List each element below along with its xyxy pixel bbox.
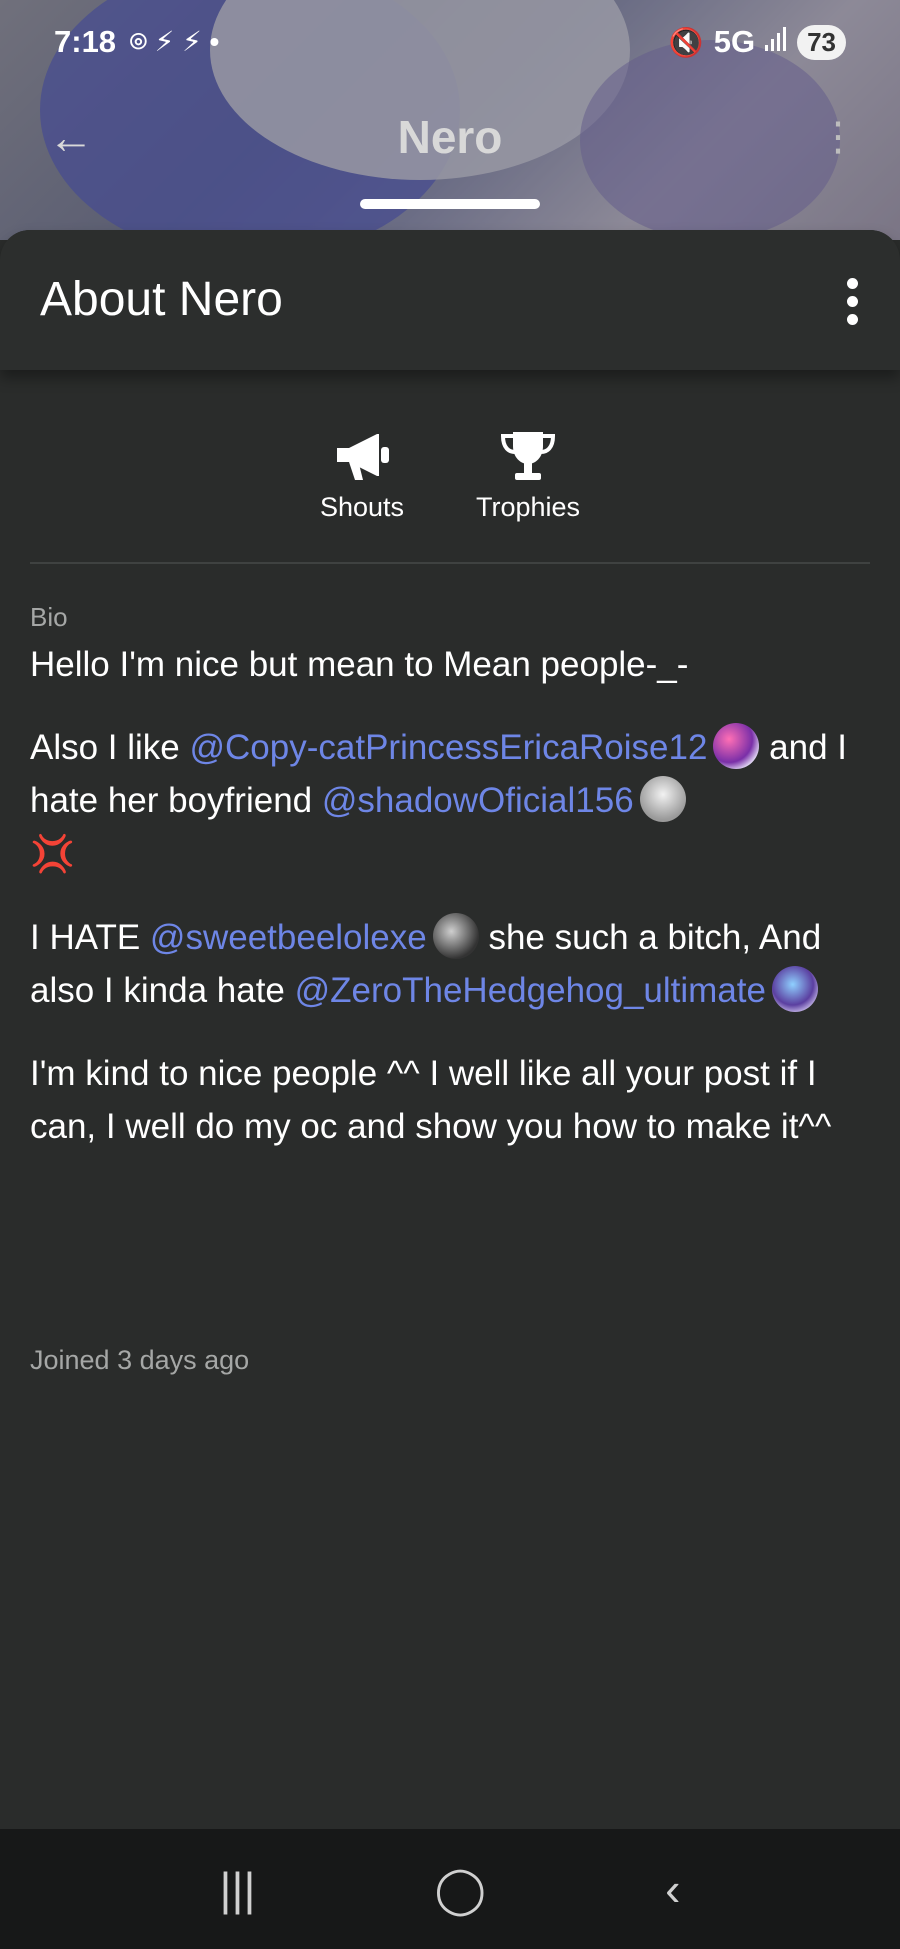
sheet-drag-handle[interactable]	[360, 199, 540, 209]
mute-icon: 🔇	[668, 26, 704, 58]
status-time: 7:18	[54, 24, 117, 59]
megaphone-icon	[336, 434, 389, 480]
bio-paragraph: I HATE @sweetbeelolexe she such a bitch,…	[30, 911, 875, 1017]
trophy-icon	[501, 432, 556, 480]
mention-link[interactable]: @shadowOficial156	[322, 781, 634, 820]
battery-badge: 73	[797, 24, 846, 60]
avatar[interactable]	[639, 776, 686, 822]
system-nav-bar: ||| ◯ ‹	[0, 1829, 900, 1949]
sheet-title: About Nero	[40, 273, 283, 326]
status-bar: 7:18 ⌾ ⚡ ⚡ • 🔇 5G 73	[0, 0, 900, 84]
bio-paragraph: I'm kind to nice people ^^ I well like a…	[30, 1054, 832, 1146]
divider	[30, 562, 870, 564]
mention-link[interactable]: @Copy-catPrincessEricaRoise12	[190, 728, 708, 767]
notification-icons: ⌾ ⚡ ⚡ •	[130, 26, 220, 57]
avatar[interactable]	[432, 913, 479, 959]
bio-label: Bio	[30, 602, 68, 632]
profile-tabs: Shouts Trophies	[0, 430, 900, 523]
network-type: 5G	[713, 24, 756, 59]
sheet-header: About Nero	[0, 230, 900, 370]
back-button[interactable]: ‹	[665, 1862, 680, 1916]
joined-date: Joined 3 days ago	[30, 1345, 250, 1375]
signal-icon	[765, 26, 787, 58]
tab-trophies[interactable]: Trophies	[476, 430, 580, 523]
home-button[interactable]: ◯	[435, 1862, 486, 1916]
tab-trophies-label: Trophies	[476, 492, 581, 522]
sheet-menu-icon[interactable]	[844, 278, 860, 325]
anger-emoji-icon: 💢	[30, 833, 75, 874]
bio-text: Hello I'm nice but mean to Mean people-_…	[30, 638, 875, 1183]
tab-shouts-label: Shouts	[319, 492, 404, 522]
recents-button[interactable]: |||	[220, 1862, 256, 1916]
mention-link[interactable]: @ZeroTheHedgehog_ultimate	[295, 971, 766, 1010]
more-options-icon[interactable]: ⋮	[818, 114, 858, 160]
avatar[interactable]	[771, 966, 818, 1012]
app-bar: ← Nero ⋮	[0, 100, 900, 180]
tab-shouts[interactable]: Shouts	[320, 430, 404, 523]
bio-paragraph: Also I like @Copy-catPrincessEricaRoise1…	[30, 721, 875, 881]
bio-paragraph: Hello I'm nice but mean to Mean people-_…	[30, 645, 689, 684]
mention-link[interactable]: @sweetbeelolexe	[150, 918, 427, 957]
about-sheet: About Nero Shouts Trophies Bio Hello I'm…	[0, 230, 900, 1830]
page-title: Nero	[397, 111, 503, 163]
avatar[interactable]	[713, 723, 760, 769]
